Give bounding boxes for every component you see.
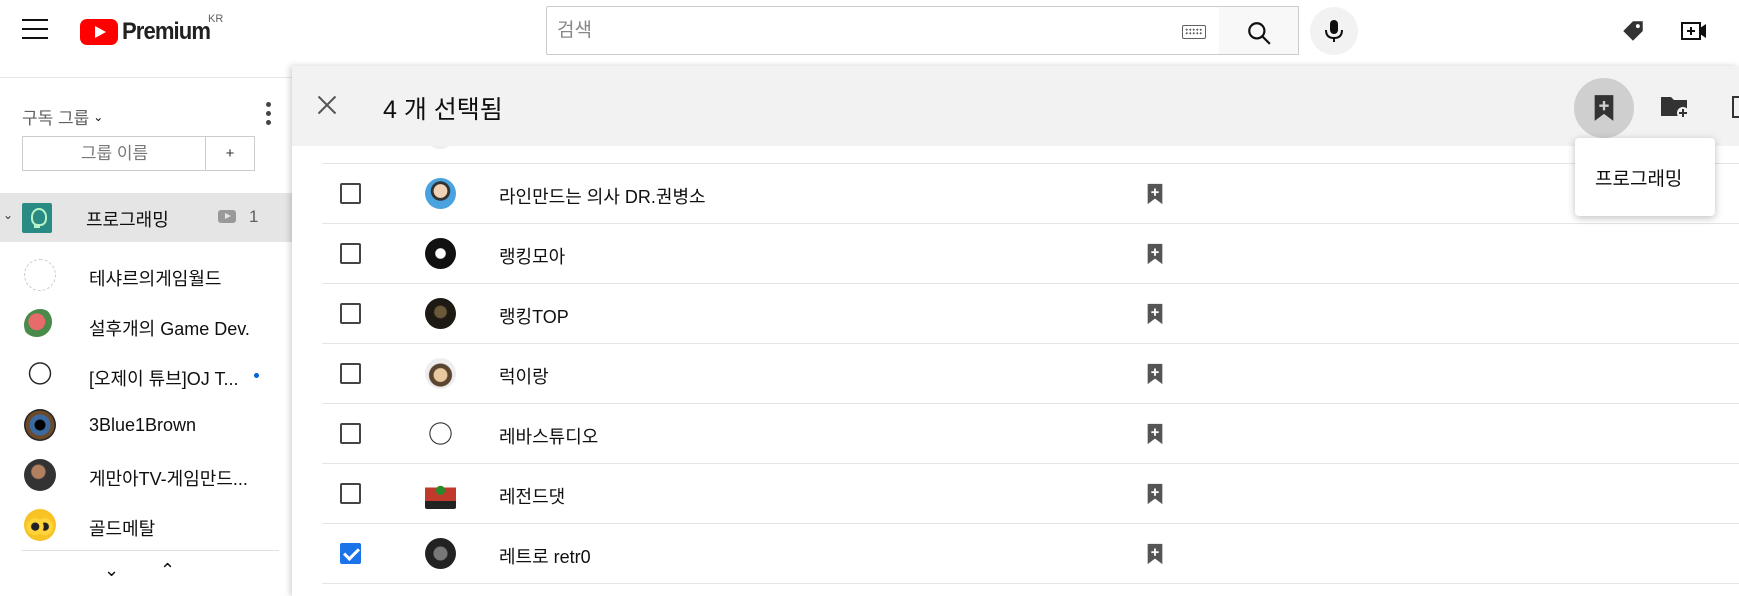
youtube-logo-icon <box>80 19 118 45</box>
table-row[interactable]: 랭킹모아 <box>322 224 1739 284</box>
tag-icon[interactable] <box>1620 18 1646 44</box>
region-code: KR <box>208 13 224 25</box>
youtube-premium-logo[interactable]: Premium <box>80 18 218 46</box>
channel-name: [오제이 튜브]OJ T... <box>89 369 239 389</box>
bookmark-add-icon[interactable] <box>1145 363 1165 385</box>
more-options-icon[interactable] <box>266 102 272 128</box>
row-checkbox[interactable] <box>340 423 361 444</box>
new-content-dot <box>254 373 259 378</box>
channel-avatar <box>425 478 456 509</box>
bookmark-add-icon[interactable] <box>1145 183 1165 205</box>
subscription-group-dropdown[interactable]: 구독 그룹 ⌄ <box>22 104 103 129</box>
channel-avatar <box>425 538 456 569</box>
add-group-button[interactable]: + <box>205 136 255 171</box>
channel-avatar <box>24 459 56 491</box>
sidebar-channel-item[interactable]: 설후개의 Game Dev. <box>0 300 292 350</box>
channel-name: 골드메탈 <box>89 519 156 539</box>
row-checkbox[interactable] <box>340 363 361 384</box>
channel-name: 라인만드는 의사 DR.권병소 <box>499 187 706 207</box>
row-checkbox[interactable] <box>340 243 361 264</box>
channel-name: 레트로 retr0 <box>499 547 591 567</box>
channel-avatar <box>425 178 456 209</box>
menu-item-programming[interactable]: 프로그래밍 <box>1595 164 1682 191</box>
chevron-down-icon[interactable]: ⌄ <box>104 560 119 581</box>
search-input[interactable] <box>557 19 1117 43</box>
table-row[interactable]: 레전드댓 <box>322 464 1739 524</box>
create-video-icon[interactable] <box>1680 18 1708 44</box>
row-checkbox[interactable] <box>340 183 361 204</box>
sidebar-channel-item[interactable]: 테샤르의게임월드 <box>0 250 292 300</box>
voice-search-button[interactable] <box>1310 7 1358 55</box>
logo-text: Premium <box>122 18 211 45</box>
chevron-up-icon[interactable]: ⌃ <box>160 560 175 581</box>
search-button[interactable] <box>1219 6 1299 55</box>
add-to-group-button[interactable] <box>1574 78 1634 138</box>
group-name-input[interactable] <box>22 136 206 171</box>
group-item-programming[interactable]: ⌄ 프로그래밍 1 <box>0 193 292 242</box>
sidebar-channel-item[interactable]: [오제이 튜브]OJ T... <box>0 350 292 400</box>
search-box <box>546 6 1220 55</box>
lightbulb-icon <box>22 203 52 233</box>
close-icon[interactable] <box>316 94 338 116</box>
folder-add-icon[interactable] <box>1660 94 1690 120</box>
channel-name: 게만아TV-게임만드... <box>89 469 248 489</box>
row-checkbox[interactable] <box>340 303 361 324</box>
video-count-icon <box>218 210 236 223</box>
channel-table: 라인만드는 의사 DR.권병소 랭킹모아 랭킹TOP 럭이랑 레바스튜디오 레전… <box>292 104 1739 584</box>
channel-avatar <box>425 238 456 269</box>
channel-avatar <box>425 358 456 389</box>
bookmark-add-icon[interactable] <box>1145 243 1165 265</box>
channel-selection-panel: 4 개 선택됨 라인만드는 의사 DR.권병소 랭킹모아 랭킹TOP 럭이랑 레… <box>292 66 1739 596</box>
table-row[interactable]: 럭이랑 <box>322 344 1739 404</box>
selection-header: 4 개 선택됨 <box>292 66 1739 146</box>
more-actions-icon[interactable] <box>1732 96 1739 118</box>
divider <box>22 550 279 551</box>
sidebar-channel-item[interactable]: 3Blue1Brown <box>0 400 292 450</box>
channel-avatar <box>24 259 56 291</box>
selected-count: 4 개 선택됨 <box>383 96 503 124</box>
channel-name: 설후개의 Game Dev. <box>89 319 250 339</box>
chevron-down-icon[interactable]: ⌄ <box>3 208 13 222</box>
table-row[interactable]: 레바스튜디오 <box>322 404 1739 464</box>
add-to-group-menu: 프로그래밍 <box>1575 138 1715 216</box>
table-row[interactable]: 랭킹TOP <box>322 284 1739 344</box>
menu-icon[interactable] <box>22 19 48 41</box>
bookmark-add-icon[interactable] <box>1145 483 1165 505</box>
channel-avatar <box>24 359 56 391</box>
top-header: Premium KR <box>0 0 1739 62</box>
table-row[interactable]: 레트로 retr0 <box>322 524 1739 584</box>
channel-avatar <box>425 298 456 329</box>
subscription-sidebar: 구독 그룹 ⌄ + ⌄ 프로그래밍 1 테샤르의게임월드 설후개의 Game D… <box>0 77 292 596</box>
table-row[interactable]: 라인만드는 의사 DR.권병소 <box>322 164 1739 224</box>
sidebar-channel-item[interactable]: 게만아TV-게임만드... <box>0 450 292 500</box>
channel-avatar <box>24 509 56 541</box>
channel-avatar <box>425 418 456 449</box>
channel-name: 3Blue1Brown <box>89 415 197 435</box>
group-name: 프로그래밍 <box>86 210 169 230</box>
channel-name: 랭킹TOP <box>499 307 569 327</box>
channel-avatar <box>24 309 56 341</box>
channel-name: 럭이랑 <box>499 367 549 387</box>
keyboard-icon[interactable] <box>1182 25 1206 39</box>
channel-avatar <box>24 409 56 441</box>
channel-name: 레전드댓 <box>499 487 566 507</box>
mic-icon <box>1325 20 1343 42</box>
channel-list: 테샤르의게임월드 설후개의 Game Dev. [오제이 튜브]OJ T... … <box>0 250 292 550</box>
row-checkbox-checked[interactable] <box>340 543 361 564</box>
bookmark-add-icon[interactable] <box>1145 543 1165 565</box>
chevron-down-icon: ⌄ <box>93 109 104 124</box>
bookmark-add-icon[interactable] <box>1145 303 1165 325</box>
subscription-group-title: 구독 그룹 <box>22 109 90 128</box>
sidebar-channel-item[interactable]: 골드메탈 <box>0 500 292 550</box>
bookmark-add-icon[interactable] <box>1145 423 1165 445</box>
channel-name: 랭킹모아 <box>499 247 566 267</box>
search-icon <box>1248 22 1271 45</box>
row-checkbox[interactable] <box>340 483 361 504</box>
group-count: 1 <box>249 207 259 226</box>
channel-name: 레바스튜디오 <box>499 427 599 447</box>
bookmark-add-icon <box>1594 95 1614 121</box>
channel-name: 테샤르의게임월드 <box>89 269 222 289</box>
